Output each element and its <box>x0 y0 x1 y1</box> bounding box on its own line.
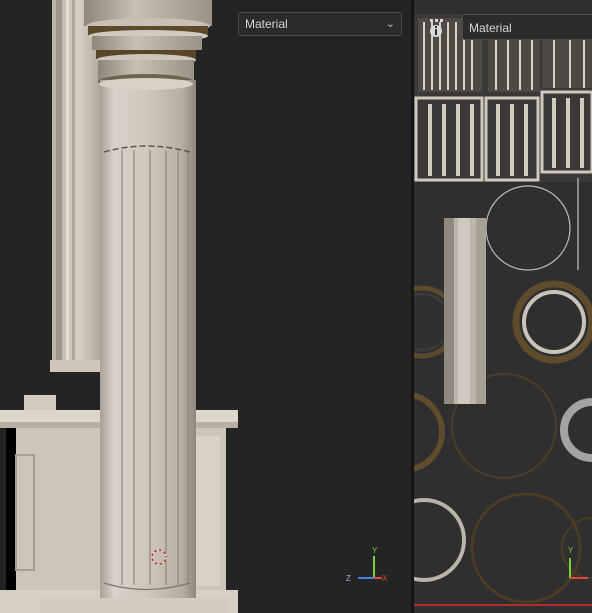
uv-shading-value: Material <box>469 21 512 35</box>
axis-gizmo[interactable]: Y X Z <box>344 546 388 584</box>
texture-atlas <box>414 0 592 613</box>
column-render <box>0 0 238 613</box>
viewport-shading-value: Material <box>245 17 288 31</box>
axis-y-label: Y <box>372 546 378 555</box>
uv-editor-menu-icon[interactable] <box>428 18 448 38</box>
axis-x-label: X <box>382 574 388 583</box>
viewport-shading-dropdown[interactable]: Material ⌄ <box>238 12 402 36</box>
uv-axis-y-label: Y <box>568 546 574 555</box>
chevron-down-icon: ⌄ <box>385 18 395 30</box>
uv-shading-dropdown[interactable]: Material <box>462 14 592 40</box>
uv-editor[interactable]: Material Y <box>414 0 592 613</box>
axis-z-label: Z <box>346 574 351 583</box>
3d-cursor-icon[interactable] <box>150 548 168 566</box>
3d-viewport[interactable]: Material ⌄ Y X Z <box>0 0 411 613</box>
uv-axis-gizmo[interactable]: Y <box>560 546 590 584</box>
